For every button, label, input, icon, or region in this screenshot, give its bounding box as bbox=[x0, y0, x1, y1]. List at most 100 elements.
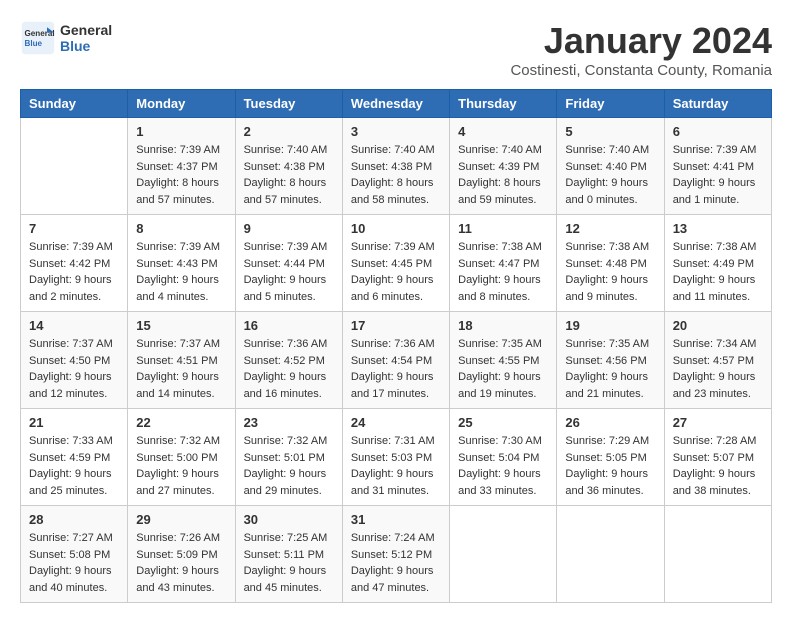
sunrise-text: Sunrise: 7:39 AM bbox=[244, 241, 328, 253]
calendar-cell: 13 Sunrise: 7:38 AM Sunset: 4:49 PM Dayl… bbox=[664, 215, 771, 312]
day-number: 7 bbox=[29, 221, 119, 236]
calendar-cell: 4 Sunrise: 7:40 AM Sunset: 4:39 PM Dayli… bbox=[450, 118, 557, 215]
calendar-cell: 11 Sunrise: 7:38 AM Sunset: 4:47 PM Dayl… bbox=[450, 215, 557, 312]
sunset-text: Sunset: 4:39 PM bbox=[458, 161, 539, 173]
page-header: General Blue General Blue January 2024 C… bbox=[20, 20, 772, 79]
sunset-text: Sunset: 4:38 PM bbox=[244, 161, 325, 173]
day-number: 6 bbox=[673, 124, 763, 139]
calendar-cell: 20 Sunrise: 7:34 AM Sunset: 4:57 PM Dayl… bbox=[664, 312, 771, 409]
day-number: 28 bbox=[29, 512, 119, 527]
day-number: 1 bbox=[136, 124, 226, 139]
calendar-cell: 18 Sunrise: 7:35 AM Sunset: 4:55 PM Dayl… bbox=[450, 312, 557, 409]
sunrise-text: Sunrise: 7:37 AM bbox=[29, 338, 113, 350]
sunrise-text: Sunrise: 7:40 AM bbox=[458, 144, 542, 156]
day-info: Sunrise: 7:36 AM Sunset: 4:52 PM Dayligh… bbox=[244, 336, 334, 402]
day-number: 3 bbox=[351, 124, 441, 139]
day-info: Sunrise: 7:39 AM Sunset: 4:42 PM Dayligh… bbox=[29, 239, 119, 305]
day-info: Sunrise: 7:29 AM Sunset: 5:05 PM Dayligh… bbox=[565, 433, 655, 499]
day-info: Sunrise: 7:37 AM Sunset: 4:50 PM Dayligh… bbox=[29, 336, 119, 402]
day-number: 24 bbox=[351, 415, 441, 430]
day-info: Sunrise: 7:26 AM Sunset: 5:09 PM Dayligh… bbox=[136, 530, 226, 596]
daylight-text: Daylight: 9 hours and 9 minutes. bbox=[565, 274, 648, 303]
day-info: Sunrise: 7:30 AM Sunset: 5:04 PM Dayligh… bbox=[458, 433, 548, 499]
day-number: 18 bbox=[458, 318, 548, 333]
day-number: 11 bbox=[458, 221, 548, 236]
sunset-text: Sunset: 4:52 PM bbox=[244, 355, 325, 367]
calendar-cell bbox=[21, 118, 128, 215]
day-info: Sunrise: 7:33 AM Sunset: 4:59 PM Dayligh… bbox=[29, 433, 119, 499]
sunrise-text: Sunrise: 7:32 AM bbox=[244, 435, 328, 447]
logo-general: General bbox=[60, 22, 112, 38]
calendar-cell: 8 Sunrise: 7:39 AM Sunset: 4:43 PM Dayli… bbox=[128, 215, 235, 312]
daylight-text: Daylight: 9 hours and 47 minutes. bbox=[351, 565, 434, 594]
daylight-text: Daylight: 9 hours and 4 minutes. bbox=[136, 274, 219, 303]
sunrise-text: Sunrise: 7:39 AM bbox=[673, 144, 757, 156]
daylight-text: Daylight: 9 hours and 1 minute. bbox=[673, 177, 756, 206]
day-info: Sunrise: 7:38 AM Sunset: 4:48 PM Dayligh… bbox=[565, 239, 655, 305]
sunset-text: Sunset: 5:04 PM bbox=[458, 452, 539, 464]
sunrise-text: Sunrise: 7:25 AM bbox=[244, 532, 328, 544]
daylight-text: Daylight: 8 hours and 58 minutes. bbox=[351, 177, 434, 206]
calendar-week-1: 1 Sunrise: 7:39 AM Sunset: 4:37 PM Dayli… bbox=[21, 118, 772, 215]
daylight-text: Daylight: 9 hours and 45 minutes. bbox=[244, 565, 327, 594]
day-info: Sunrise: 7:32 AM Sunset: 5:00 PM Dayligh… bbox=[136, 433, 226, 499]
daylight-text: Daylight: 9 hours and 5 minutes. bbox=[244, 274, 327, 303]
sunset-text: Sunset: 4:43 PM bbox=[136, 258, 217, 270]
day-info: Sunrise: 7:39 AM Sunset: 4:44 PM Dayligh… bbox=[244, 239, 334, 305]
day-info: Sunrise: 7:39 AM Sunset: 4:37 PM Dayligh… bbox=[136, 142, 226, 208]
calendar-body: 1 Sunrise: 7:39 AM Sunset: 4:37 PM Dayli… bbox=[21, 118, 772, 603]
day-info: Sunrise: 7:40 AM Sunset: 4:40 PM Dayligh… bbox=[565, 142, 655, 208]
daylight-text: Daylight: 9 hours and 14 minutes. bbox=[136, 371, 219, 400]
calendar-cell: 21 Sunrise: 7:33 AM Sunset: 4:59 PM Dayl… bbox=[21, 409, 128, 506]
day-number: 15 bbox=[136, 318, 226, 333]
daylight-text: Daylight: 9 hours and 27 minutes. bbox=[136, 468, 219, 497]
sunrise-text: Sunrise: 7:38 AM bbox=[673, 241, 757, 253]
calendar-cell: 26 Sunrise: 7:29 AM Sunset: 5:05 PM Dayl… bbox=[557, 409, 664, 506]
sunrise-text: Sunrise: 7:35 AM bbox=[458, 338, 542, 350]
daylight-text: Daylight: 9 hours and 33 minutes. bbox=[458, 468, 541, 497]
daylight-text: Daylight: 8 hours and 57 minutes. bbox=[136, 177, 219, 206]
day-number: 20 bbox=[673, 318, 763, 333]
day-info: Sunrise: 7:40 AM Sunset: 4:38 PM Dayligh… bbox=[351, 142, 441, 208]
sunrise-text: Sunrise: 7:32 AM bbox=[136, 435, 220, 447]
sunset-text: Sunset: 5:08 PM bbox=[29, 549, 110, 561]
day-number: 19 bbox=[565, 318, 655, 333]
calendar-cell: 24 Sunrise: 7:31 AM Sunset: 5:03 PM Dayl… bbox=[342, 409, 449, 506]
day-number: 25 bbox=[458, 415, 548, 430]
daylight-text: Daylight: 9 hours and 8 minutes. bbox=[458, 274, 541, 303]
day-number: 10 bbox=[351, 221, 441, 236]
sunset-text: Sunset: 5:12 PM bbox=[351, 549, 432, 561]
sunrise-text: Sunrise: 7:39 AM bbox=[136, 144, 220, 156]
daylight-text: Daylight: 9 hours and 0 minutes. bbox=[565, 177, 648, 206]
day-info: Sunrise: 7:39 AM Sunset: 4:45 PM Dayligh… bbox=[351, 239, 441, 305]
calendar-cell: 31 Sunrise: 7:24 AM Sunset: 5:12 PM Dayl… bbox=[342, 506, 449, 603]
sunrise-text: Sunrise: 7:36 AM bbox=[244, 338, 328, 350]
day-number: 26 bbox=[565, 415, 655, 430]
daylight-text: Daylight: 9 hours and 25 minutes. bbox=[29, 468, 112, 497]
sunset-text: Sunset: 4:54 PM bbox=[351, 355, 432, 367]
daylight-text: Daylight: 9 hours and 12 minutes. bbox=[29, 371, 112, 400]
day-info: Sunrise: 7:40 AM Sunset: 4:39 PM Dayligh… bbox=[458, 142, 548, 208]
sunset-text: Sunset: 4:50 PM bbox=[29, 355, 110, 367]
day-info: Sunrise: 7:25 AM Sunset: 5:11 PM Dayligh… bbox=[244, 530, 334, 596]
calendar-cell: 12 Sunrise: 7:38 AM Sunset: 4:48 PM Dayl… bbox=[557, 215, 664, 312]
day-info: Sunrise: 7:37 AM Sunset: 4:51 PM Dayligh… bbox=[136, 336, 226, 402]
sunrise-text: Sunrise: 7:33 AM bbox=[29, 435, 113, 447]
calendar-cell: 3 Sunrise: 7:40 AM Sunset: 4:38 PM Dayli… bbox=[342, 118, 449, 215]
location-text: Costinesti, Constanta County, Romania bbox=[510, 62, 772, 79]
day-info: Sunrise: 7:38 AM Sunset: 4:47 PM Dayligh… bbox=[458, 239, 548, 305]
logo: General Blue General Blue bbox=[20, 20, 112, 56]
sunrise-text: Sunrise: 7:29 AM bbox=[565, 435, 649, 447]
sunrise-text: Sunrise: 7:34 AM bbox=[673, 338, 757, 350]
day-number: 21 bbox=[29, 415, 119, 430]
calendar-cell: 16 Sunrise: 7:36 AM Sunset: 4:52 PM Dayl… bbox=[235, 312, 342, 409]
sunset-text: Sunset: 4:47 PM bbox=[458, 258, 539, 270]
sunset-text: Sunset: 4:57 PM bbox=[673, 355, 754, 367]
day-number: 23 bbox=[244, 415, 334, 430]
sunset-text: Sunset: 5:01 PM bbox=[244, 452, 325, 464]
sunrise-text: Sunrise: 7:40 AM bbox=[351, 144, 435, 156]
calendar-cell bbox=[664, 506, 771, 603]
sunset-text: Sunset: 4:56 PM bbox=[565, 355, 646, 367]
day-info: Sunrise: 7:24 AM Sunset: 5:12 PM Dayligh… bbox=[351, 530, 441, 596]
calendar-week-3: 14 Sunrise: 7:37 AM Sunset: 4:50 PM Dayl… bbox=[21, 312, 772, 409]
